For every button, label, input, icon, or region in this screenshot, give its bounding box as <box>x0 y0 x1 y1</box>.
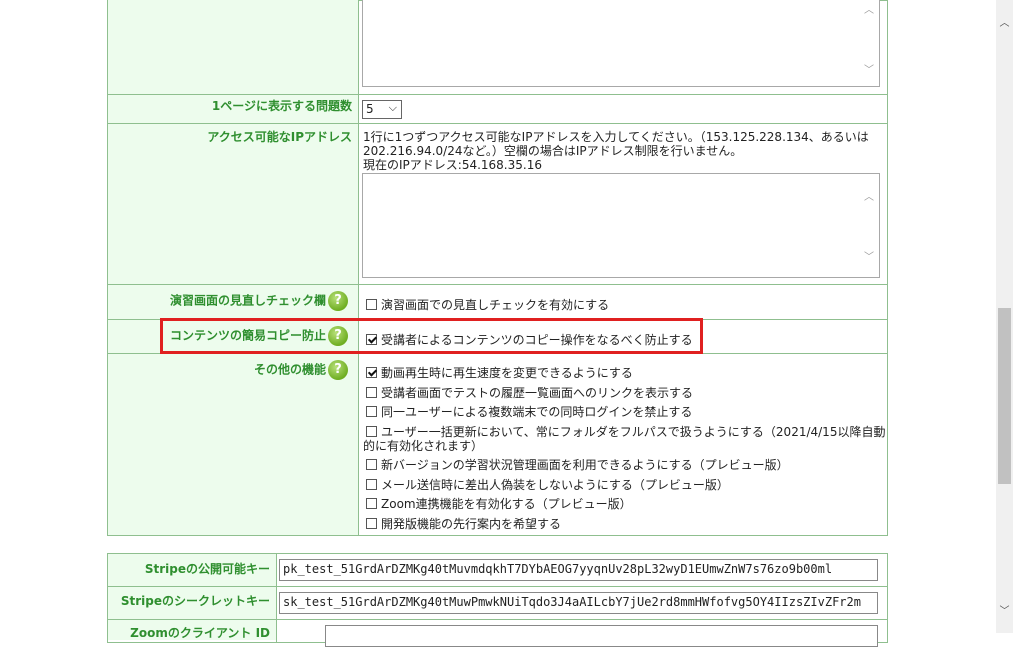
feature-text: 受講者画面でテストの履歴一覧画面へのリンクを表示する <box>381 386 694 400</box>
row-divider <box>108 123 887 124</box>
stripe-secret-label: Stripeのシークレットキー <box>120 594 270 608</box>
checkbox[interactable] <box>366 426 377 437</box>
label-cell-top <box>108 0 358 94</box>
help-icon[interactable]: ? <box>328 291 348 311</box>
textarea-top[interactable]: ︿ ﹀ <box>362 0 880 87</box>
label-stripe-public: Stripeの公開可能キー <box>108 554 276 586</box>
checkbox[interactable] <box>366 406 377 417</box>
zoom-client-input[interactable] <box>325 625 878 647</box>
ip-description-line1: 1行に1つずつアクセス可能なIPアドレスを入力してください。（153.125.2… <box>363 130 869 144</box>
label-ip-access: アクセス可能なIPアドレス <box>108 124 358 284</box>
scroll-up-arrow-icon[interactable]: ︿ <box>996 14 1013 29</box>
review-check-text: 演習画面での見直しチェックを有効にする <box>381 298 610 312</box>
stripe-secret-input[interactable]: sk_test_51GrdArDZMKg40tMuwPmwkNUiTqdo3J4… <box>279 592 878 614</box>
scroll-down-icon[interactable]: ﹀ <box>863 61 875 76</box>
feature-option[interactable]: 同一ユーザーによる複数端末での同時ログインを禁止する <box>366 403 692 420</box>
questions-per-page-select[interactable]: 5 ⌵ <box>362 100 402 119</box>
scroll-down-icon[interactable]: ﹀ <box>863 248 875 263</box>
ip-description-line2: 202.216.94.0/24など。）空欄の場合はIPアドレス制限を行いません。 <box>363 144 743 158</box>
row-divider <box>108 94 887 95</box>
checkbox[interactable] <box>366 459 377 470</box>
ip-access-label: アクセス可能なIPアドレス <box>207 130 352 144</box>
ip-textarea[interactable]: ︿ ﹀ <box>362 173 880 278</box>
label-review-check: 演習画面の見直しチェック欄? <box>108 285 358 319</box>
select-value: 5 <box>366 102 374 116</box>
current-ip: 現在のIPアドレス:54.168.35.16 <box>363 158 542 172</box>
label-other-features: その他の機能? <box>108 354 358 535</box>
feature-text: 同一ユーザーによる複数端末での同時ログインを禁止する <box>381 405 693 419</box>
feature-option[interactable]: 開発版機能の先行案内を希望する <box>366 515 561 532</box>
scroll-up-icon[interactable]: ︿ <box>863 1 875 16</box>
checkbox-checked[interactable] <box>366 367 377 378</box>
zoom-client-label: Zoomのクライアント ID <box>130 626 270 640</box>
stripe-public-label: Stripeの公開可能キー <box>144 562 270 576</box>
feature-text: メール送信時に差出人偽装をしないようにする（プレビュー版） <box>381 478 729 492</box>
label-questions-per-page: 1ページに表示する問題数 <box>108 95 358 123</box>
checkbox[interactable] <box>366 479 377 490</box>
column-divider <box>358 0 359 536</box>
row-divider <box>108 619 887 620</box>
highlight-box <box>160 318 703 354</box>
scroll-down-arrow-icon[interactable]: ﹀ <box>996 602 1013 617</box>
checkbox[interactable] <box>366 299 377 310</box>
feature-text: 的に有効化されます） <box>363 439 484 453</box>
feature-option[interactable]: メール送信時に差出人偽装をしないようにする（プレビュー版） <box>366 476 729 493</box>
chevron-down-icon: ⌵ <box>388 101 397 114</box>
feature-option[interactable]: 動画再生時に再生速度を変更できるようにする <box>366 364 633 381</box>
stripe-secret-value: sk_test_51GrdArDZMKg40tMuwPmwkNUiTqdo3J4… <box>283 595 861 609</box>
row-divider <box>108 284 887 285</box>
scroll-up-icon[interactable]: ︿ <box>863 188 875 203</box>
help-icon[interactable]: ? <box>328 360 348 380</box>
row-divider <box>108 586 887 587</box>
scrollbar-thumb[interactable] <box>998 308 1011 484</box>
feature-option-continued: 的に有効化されます） <box>363 437 483 454</box>
checkbox[interactable] <box>366 518 377 529</box>
feature-text: 新バージョンの学習状況管理画面を利用できるようにする（プレビュー版） <box>381 458 789 472</box>
feature-text: Zoom連携機能を有効化する（プレビュー版） <box>381 497 632 511</box>
questions-per-page-label: 1ページに表示する問題数 <box>211 99 352 113</box>
feature-text: 動画再生時に再生速度を変更できるようにする <box>381 366 633 380</box>
column-divider <box>276 553 277 643</box>
feature-option[interactable]: 受講者画面でテストの履歴一覧画面へのリンクを表示する <box>366 384 693 401</box>
feature-option[interactable]: Zoom連携機能を有効化する（プレビュー版） <box>366 495 632 512</box>
stripe-public-input[interactable]: pk_test_51GrdArDZMKg40tMuvmdqkhT7DYbAEOG… <box>279 559 878 581</box>
feature-text: 開発版機能の先行案内を希望する <box>381 517 562 531</box>
checkbox[interactable] <box>366 498 377 509</box>
ip-description: 1行に1つずつアクセス可能なIPアドレスを入力してください。（153.125.2… <box>363 130 878 172</box>
review-check-option[interactable]: 演習画面での見直しチェックを有効にする <box>366 296 609 313</box>
label-zoom-client: Zoomのクライアント ID <box>108 620 276 640</box>
other-features-label: その他の機能 <box>253 362 326 377</box>
stripe-public-value: pk_test_51GrdArDZMKg40tMuvmdqkhT7DYbAEOG… <box>283 562 833 576</box>
checkbox[interactable] <box>366 387 377 398</box>
review-check-label: 演習画面の見直しチェック欄 <box>169 293 326 308</box>
feature-option[interactable]: 新バージョンの学習状況管理画面を利用できるようにする（プレビュー版） <box>366 456 789 473</box>
label-stripe-secret: Stripeのシークレットキー <box>108 587 276 619</box>
